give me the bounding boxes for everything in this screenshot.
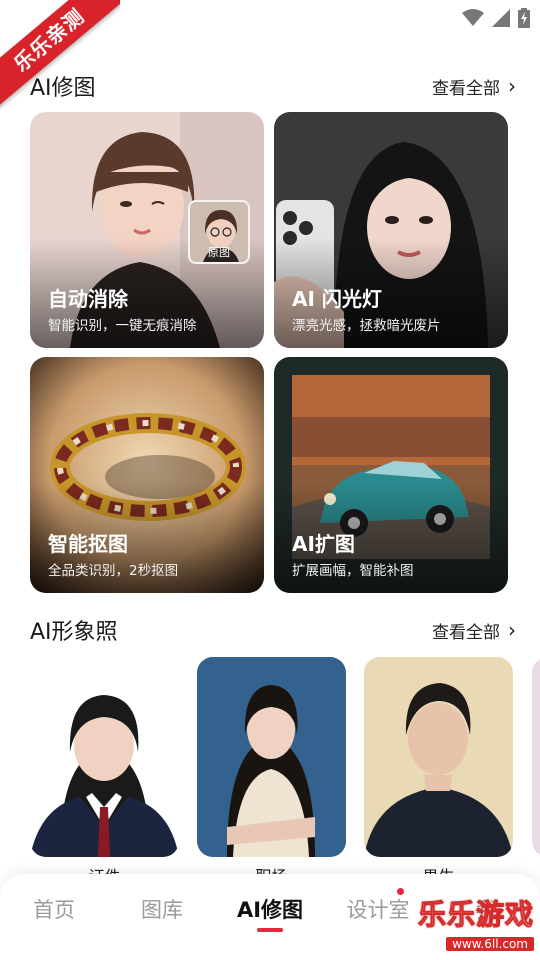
portrait-frame [364, 657, 513, 857]
card-subtitle: 扩展画幅，智能补图 [292, 563, 414, 579]
nav-item-home[interactable]: 首页 [0, 894, 108, 924]
card-title: AI 闪光灯 [292, 287, 382, 311]
nav-item-design-studio[interactable]: 设计室 [324, 888, 432, 924]
nav-label: 设计室 [346, 898, 410, 922]
thumbnail-label: 原图 [208, 246, 230, 259]
card-title: 自动消除 [48, 287, 128, 311]
active-tab-indicator [257, 928, 283, 932]
nav-label: AI修图 [236, 898, 304, 922]
view-all-button[interactable]: 查看全部 › [432, 618, 516, 643]
portrait-card-workplace[interactable]: 职场 [197, 657, 346, 886]
chevron-right-icon: › [508, 618, 516, 642]
card-title: AI扩图 [292, 532, 355, 556]
card-subtitle: 漂亮光感，拯救暗光废片 [292, 318, 441, 334]
id-photo-woman-image [30, 657, 179, 857]
portrait-card-male[interactable]: 男生 [364, 657, 513, 886]
card-title: 智能抠图 [48, 532, 128, 556]
workplace-woman-image [197, 657, 346, 857]
nav-label: 首页 [33, 898, 75, 922]
section-header-edit: AI修图 查看全部 › [30, 66, 516, 106]
signal-icon [492, 9, 510, 27]
bottom-nav: 首页 图库 AI修图 设计室 我 [0, 874, 540, 960]
nav-item-gallery[interactable]: 图库 [108, 894, 216, 924]
portrait-frame [197, 657, 346, 857]
view-all-label: 查看全部 [432, 622, 500, 643]
section-title: AI修图 [30, 76, 96, 101]
portrait-card-id-photo[interactable]: 证件 [30, 657, 179, 886]
chevron-right-icon: › [508, 74, 516, 98]
view-all-button[interactable]: 查看全部 › [432, 74, 516, 99]
section-header-portrait: AI形象照 查看全部 › [30, 610, 516, 650]
feature-card-auto-erase[interactable]: 原图 自动消除 智能识别，一键无痕消除 [30, 112, 264, 348]
status-bar [0, 0, 540, 36]
battery-charging-icon [518, 8, 530, 28]
next-portrait-peek [532, 657, 540, 857]
nav-item-ai-edit[interactable]: AI修图 [216, 894, 324, 932]
view-all-label: 查看全部 [432, 78, 500, 99]
portrait-row: 证件 职场 男生 [30, 657, 540, 886]
card-subtitle: 全品类识别，2秒抠图 [48, 563, 179, 579]
portrait-frame [30, 657, 179, 857]
feature-card-ai-flash[interactable]: AI 闪光灯 漂亮光感，拯救暗光废片 [274, 112, 508, 348]
section-title: AI形象照 [30, 620, 118, 645]
wifi-icon [462, 9, 484, 26]
male-portrait-image [364, 657, 513, 857]
feature-card-ai-expand[interactable]: AI扩图 扩展画幅，智能补图 [274, 357, 508, 593]
card-subtitle: 智能识别，一键无痕消除 [48, 318, 197, 334]
nav-label: 我 [475, 898, 497, 922]
original-thumbnail[interactable]: 原图 [188, 200, 250, 264]
nav-label: 图库 [141, 898, 183, 922]
feature-card-smart-cutout[interactable]: 智能抠图 全品类识别，2秒抠图 [30, 357, 264, 593]
nav-item-me[interactable]: 我 [432, 894, 540, 924]
feature-grid: 原图 自动消除 智能识别，一键无痕消除 AI 闪光灯 漂亮光感，拯救暗光废片 智… [30, 112, 508, 593]
notification-dot [397, 888, 404, 895]
